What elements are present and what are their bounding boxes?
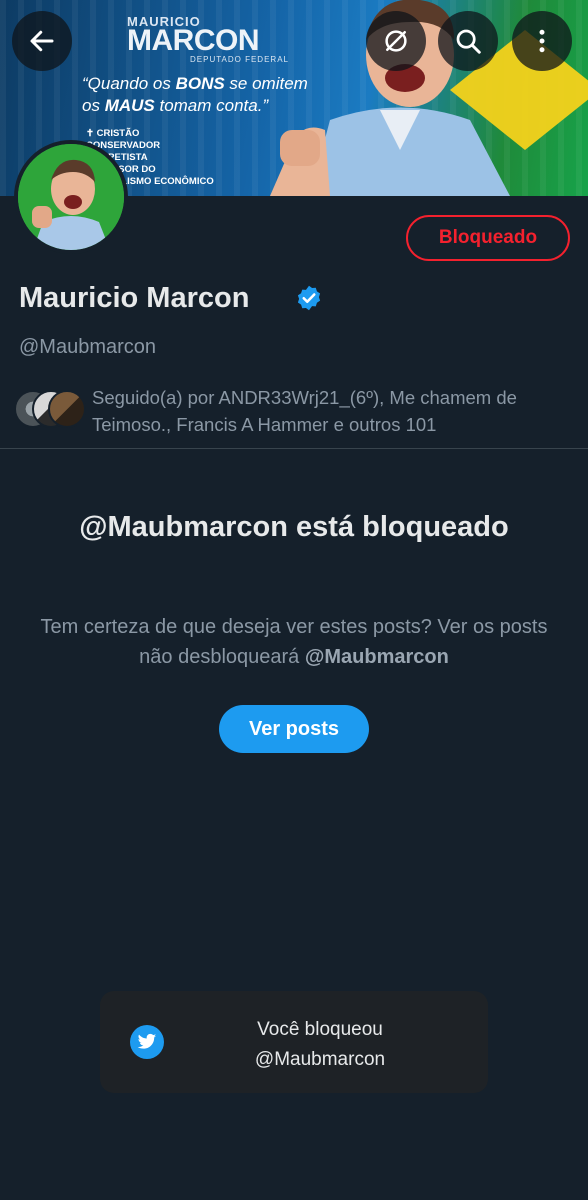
toast-notification: Você bloqueou @Maubmarcon xyxy=(100,991,488,1093)
search-button[interactable] xyxy=(438,11,498,71)
sync-button[interactable] xyxy=(366,11,426,71)
search-icon xyxy=(456,29,481,54)
profile-handle: @Maubmarcon xyxy=(19,336,157,358)
avatar-image xyxy=(18,144,124,250)
display-name: Mauricio Marcon xyxy=(19,282,250,314)
banner-quote: “Quando os BONS se omitem os MAUS tomam … xyxy=(82,74,308,115)
sync-off-icon xyxy=(385,30,407,52)
back-button[interactable] xyxy=(12,11,72,71)
blocked-title: @Maubmarcon está bloqueado xyxy=(79,511,509,543)
blocked-description: Tem certeza de que deseja ver estes post… xyxy=(40,616,548,668)
blocked-button[interactable]: Bloqueado xyxy=(406,215,570,261)
follower-avatar-3 xyxy=(48,390,86,428)
twitter-bird-icon xyxy=(130,1025,164,1059)
view-posts-button[interactable]: Ver posts xyxy=(219,705,369,753)
toast-message: Você bloqueou @Maubmarcon xyxy=(254,1019,386,1070)
arrow-left-icon xyxy=(30,30,54,52)
verified-badge-icon[interactable] xyxy=(295,284,323,312)
more-button[interactable] xyxy=(512,11,572,71)
profile-avatar[interactable] xyxy=(14,140,128,254)
banner-last-name: MARCON xyxy=(127,24,260,57)
follower-avatars[interactable] xyxy=(14,390,86,428)
more-vertical-icon xyxy=(539,29,545,53)
divider xyxy=(0,448,588,449)
banner-role: DEPUTADO FEDERAL xyxy=(190,55,289,64)
followed-by-text[interactable]: Seguido(a) por ANDR33Wrj21_(6º), Me cham… xyxy=(92,384,562,438)
